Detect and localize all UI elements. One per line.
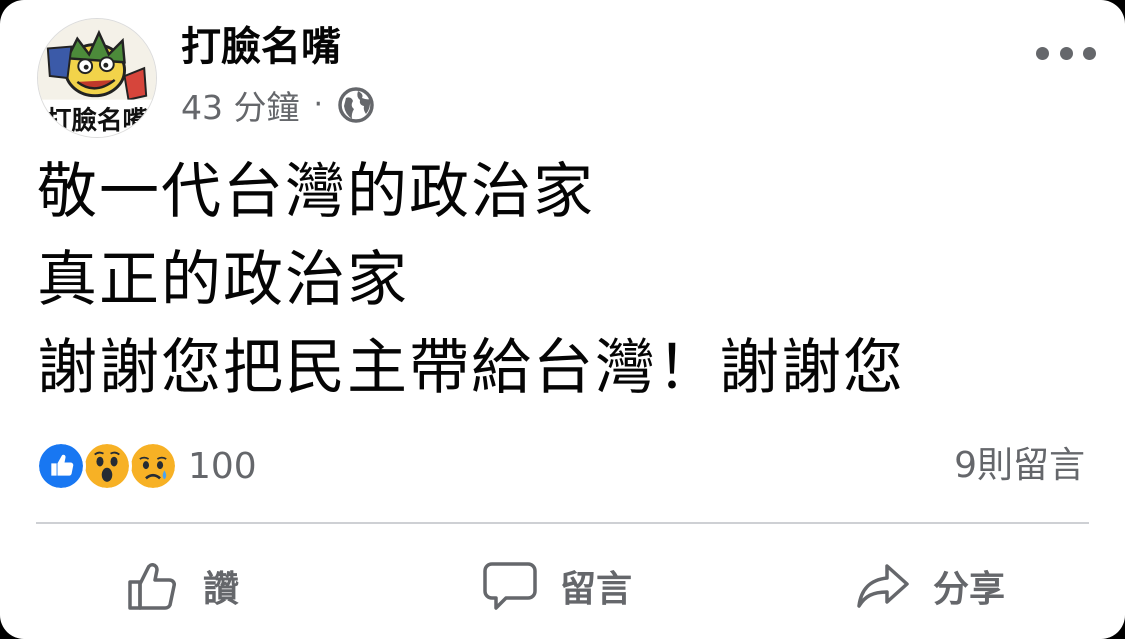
share-arrow-icon (857, 564, 909, 608)
comment-bubble-icon (483, 562, 537, 610)
post-timestamp[interactable]: 43 分鐘 (181, 81, 299, 129)
post-text-line: 謝謝您把民主帶給台灣！謝謝您 (37, 333, 905, 403)
globe-icon (338, 87, 374, 123)
like-label: 讚 (203, 569, 240, 610)
reaction-count: 100 (188, 445, 257, 487)
comment-count-link[interactable]: 9則留言 (954, 442, 1085, 490)
share-label: 分享 (933, 569, 1006, 610)
more-options-button[interactable] (1036, 36, 1096, 70)
sad-reaction-icon (128, 441, 178, 491)
reactions-summary[interactable]: 100 (36, 440, 257, 492)
post-body: 敬一代台灣的政治家 真正的政治家 謝謝您把民主帶給台灣！謝謝您 (37, 148, 1097, 412)
post-meta: 43 分鐘 · (181, 82, 375, 128)
post-text-line: 敬一代台灣的政治家 (37, 157, 595, 227)
more-dot-icon (1083, 46, 1096, 60)
thumbs-up-icon (128, 563, 176, 610)
more-dot-icon (1036, 46, 1049, 60)
share-button[interactable]: 分享 (855, 548, 1005, 624)
page-name[interactable]: 打臉名嘴 (181, 22, 341, 72)
avatar-cartoon-icon: 打臉名嘴 (38, 19, 156, 137)
comment-label: 留言 (560, 569, 633, 610)
post-text-line: 真正的政治家 (37, 245, 409, 315)
comment-button[interactable]: 留言 (482, 548, 632, 624)
divider (36, 522, 1089, 524)
meta-separator: · (313, 87, 324, 122)
page-avatar[interactable]: 打臉名嘴 (37, 18, 157, 138)
more-dot-icon (1059, 46, 1073, 60)
like-reaction-icon (36, 441, 86, 491)
avatar-label: 打臉名嘴 (46, 106, 149, 136)
wow-reaction-icon (82, 441, 132, 491)
like-button[interactable]: 讚 (125, 548, 239, 624)
post-card: 打臉名嘴 打臉名嘴 43 分鐘 · 敬一代台灣的政治家 真正的政治家 謝謝您把民… (0, 0, 1125, 639)
